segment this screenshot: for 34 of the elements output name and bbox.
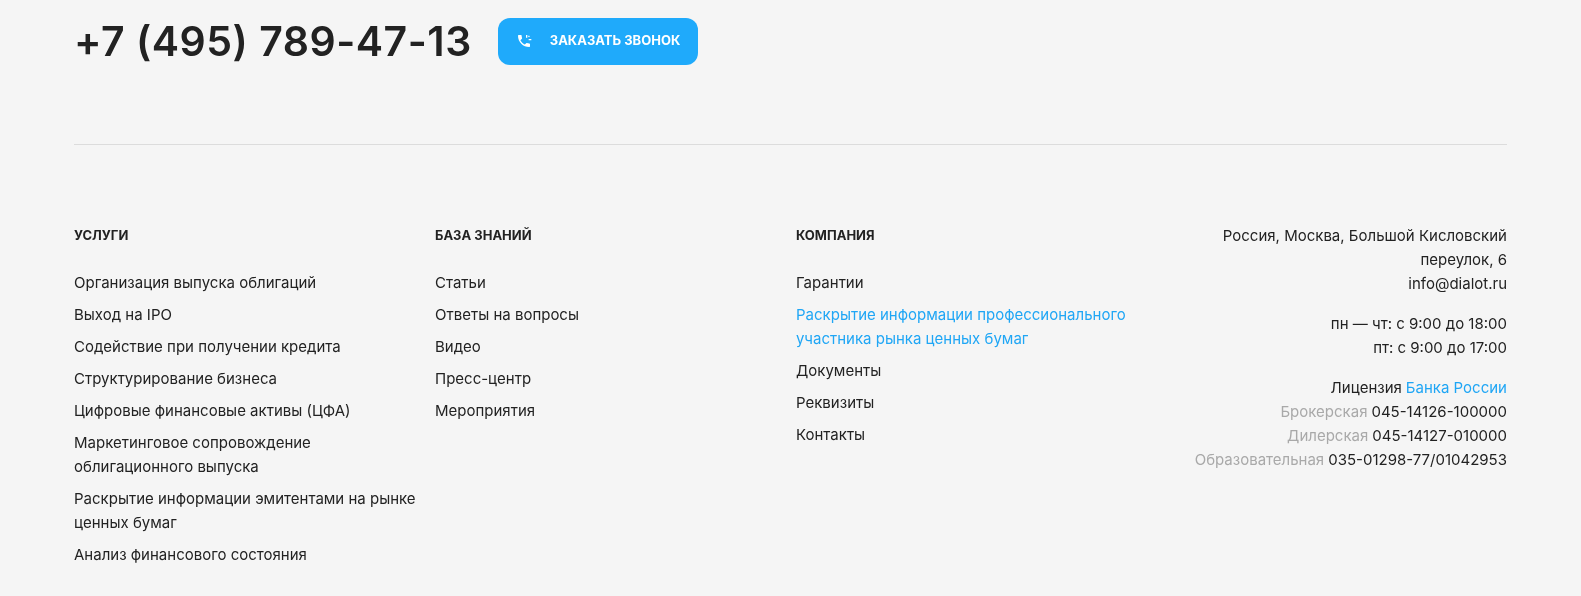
footer-link[interactable]: Документы — [796, 359, 1146, 383]
license-number: 045-14126-100000 — [1371, 401, 1507, 423]
column-heading: УСЛУГИ — [74, 227, 130, 243]
footer-link[interactable]: Цифровые финансовые активы (ЦФА) — [74, 399, 424, 423]
footer-link[interactable]: Пресс-центр — [435, 367, 785, 391]
footer-link[interactable]: Реквизиты — [796, 391, 1146, 415]
email-link[interactable]: info@dialot.ru — [1408, 272, 1507, 296]
footer-link[interactable]: Содействие при получении кредита — [74, 335, 424, 359]
phone-icon — [515, 33, 532, 49]
footer-link[interactable]: Гарантии — [796, 271, 1146, 295]
license-number: 045-14127-010000 — [1372, 425, 1507, 447]
footer-link[interactable]: Организация выпуска облигаций — [74, 271, 424, 295]
footer-link[interactable]: Мероприятия — [435, 399, 785, 423]
working-hours: пн — чт: с 9:00 до 18:00 — [1330, 313, 1507, 335]
footer-link[interactable]: Структурирование бизнеса — [74, 367, 424, 391]
license-label: Лицензия — [1330, 377, 1402, 399]
address-line: переулок, 6 — [1420, 249, 1507, 271]
column-heading: БАЗА ЗНАНИЙ — [435, 227, 533, 243]
footer-link[interactable]: Выход на IPO — [74, 303, 424, 327]
footer-link[interactable]: Раскрытие информации эмитентами на рынке ценных бумаг — [74, 487, 424, 535]
footer-link[interactable]: Контакты — [796, 423, 1146, 447]
license-number: 035-01298-77/01042953 — [1328, 449, 1507, 471]
license-type: Образовательная — [1194, 449, 1325, 471]
footer-link[interactable]: Статьи — [435, 271, 785, 295]
license-type: Дилерская — [1287, 425, 1369, 447]
footer-link[interactable]: Видео — [435, 335, 785, 359]
footer-link[interactable]: Ответы на вопросы — [435, 303, 785, 327]
address-line: Россия, Москва, Большой Кисловский — [1222, 225, 1507, 247]
footer-link[interactable]: Маркетинговое сопровождение облигационного выпуска — [74, 431, 424, 479]
working-hours: пт: с 9:00 до 17:00 — [1373, 337, 1507, 359]
column-heading: КОМПАНИЯ — [796, 227, 876, 243]
footer-link[interactable]: Анализ финансового состояния — [74, 543, 424, 567]
license-type: Брокерская — [1280, 401, 1368, 423]
phone-number[interactable]: +7 (495) 789-47-13 — [74, 17, 472, 65]
